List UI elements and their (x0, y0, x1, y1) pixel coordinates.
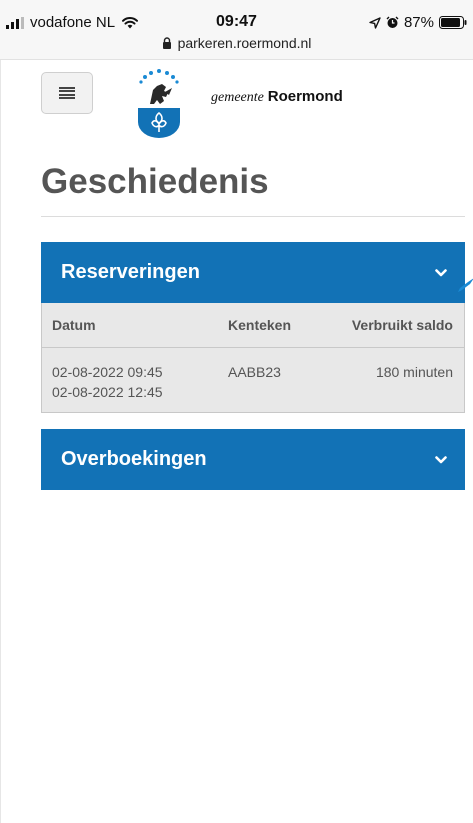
url-text: parkeren.roermond.nl (177, 35, 312, 51)
overboekingen-label: Overboekingen (61, 448, 207, 470)
lock-icon (162, 37, 171, 49)
column-header-datum: Datum (52, 317, 96, 333)
location-arrow-icon (369, 16, 381, 29)
cell-datum-start: 02-08-2022 09:45 (52, 364, 163, 380)
logo-wordmark[interactable]: gemeente Roermond (211, 88, 343, 106)
cell-datum: 02-08-2022 09:45 02-08-2022 12:45 (52, 362, 163, 402)
status-right: 87% (369, 14, 467, 31)
page-title: Geschiedenis (41, 162, 269, 201)
logo-prefix: gemeente (211, 90, 264, 105)
reserveringen-table: Datum Kenteken Verbruikt saldo 02-08-202… (41, 303, 465, 413)
status-bar: vodafone NL 09:47 87% parkeren.roermond.… (0, 0, 473, 60)
title-divider (41, 216, 465, 217)
column-header-kenteken: Kenteken (228, 317, 292, 333)
table-row: 02-08-2022 09:45 02-08-2022 12:45 AABB23… (42, 348, 464, 412)
column-header-saldo: Verbruikt saldo (351, 317, 453, 333)
battery-percent: 87% (403, 14, 434, 31)
cell-kenteken: AABB23 (228, 364, 281, 380)
pointer-arrow-icon (458, 278, 473, 292)
hamburger-menu-icon (59, 87, 75, 99)
table-header-row: Datum Kenteken Verbruikt saldo (42, 303, 464, 348)
cell-saldo: 180 minuten (375, 364, 453, 380)
battery-icon (439, 16, 467, 29)
chevron-down-icon (435, 268, 447, 276)
alarm-icon (386, 16, 399, 28)
reserveringen-label: Reserveringen (61, 261, 200, 283)
reserveringen-header[interactable]: Reserveringen (41, 242, 465, 303)
roermond-crest-icon[interactable] (135, 68, 183, 140)
address-bar[interactable]: parkeren.roermond.nl (0, 35, 473, 51)
overboekingen-panel: Overboekingen (41, 429, 465, 490)
chevron-down-icon (435, 455, 447, 463)
reserveringen-panel: Reserveringen Datum Kenteken Verbruikt s… (41, 242, 465, 413)
logo-brand: Roermond (267, 88, 343, 105)
overboekingen-header[interactable]: Overboekingen (41, 429, 465, 490)
menu-button[interactable] (41, 72, 93, 114)
cell-datum-end: 02-08-2022 12:45 (52, 384, 163, 400)
